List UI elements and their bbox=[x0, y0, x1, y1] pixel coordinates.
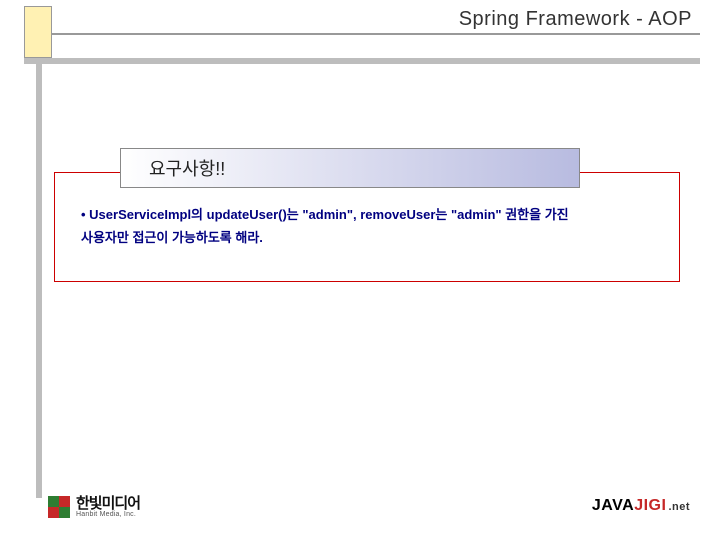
callout-title: 요구사항!! bbox=[149, 155, 225, 181]
hanbit-ko: 한빛미디어 bbox=[76, 496, 140, 511]
header-rule-bottom bbox=[24, 58, 700, 64]
page-title: Spring Framework - AOP bbox=[459, 8, 692, 31]
req-mid: , removeUser는 bbox=[353, 207, 451, 222]
req-line2: 사용자만 접근이 가능하도록 해라. bbox=[81, 230, 263, 245]
hanbit-en: Hanbit Media, Inc. bbox=[76, 511, 140, 518]
req-prefix: • UserServiceImpl의 updateUser()는 bbox=[81, 207, 302, 222]
left-vertical-bar bbox=[36, 58, 42, 498]
requirement-box: • UserServiceImpl의 updateUser()는 "admin"… bbox=[54, 172, 680, 282]
hanbit-logo-icon bbox=[48, 496, 70, 518]
footer-hanbit: 한빛미디어 Hanbit Media, Inc. bbox=[48, 496, 140, 518]
corner-decor bbox=[24, 6, 52, 58]
footer-javajigi: JAVAJIGI.net bbox=[592, 497, 690, 515]
header-rule-top bbox=[52, 33, 700, 35]
callout-box: 요구사항!! bbox=[120, 148, 580, 188]
hanbit-text: 한빛미디어 Hanbit Media, Inc. bbox=[76, 496, 140, 518]
req-q2: "admin" bbox=[451, 207, 502, 222]
req-suffix: 권한을 가진 bbox=[502, 207, 569, 222]
requirement-text: • UserServiceImpl의 updateUser()는 "admin"… bbox=[81, 203, 661, 250]
javajigi-net: .net bbox=[668, 501, 690, 513]
javajigi-jigi: JIGI bbox=[634, 497, 666, 514]
req-q1: "admin" bbox=[302, 207, 353, 222]
javajigi-java: JAVA bbox=[592, 497, 634, 514]
